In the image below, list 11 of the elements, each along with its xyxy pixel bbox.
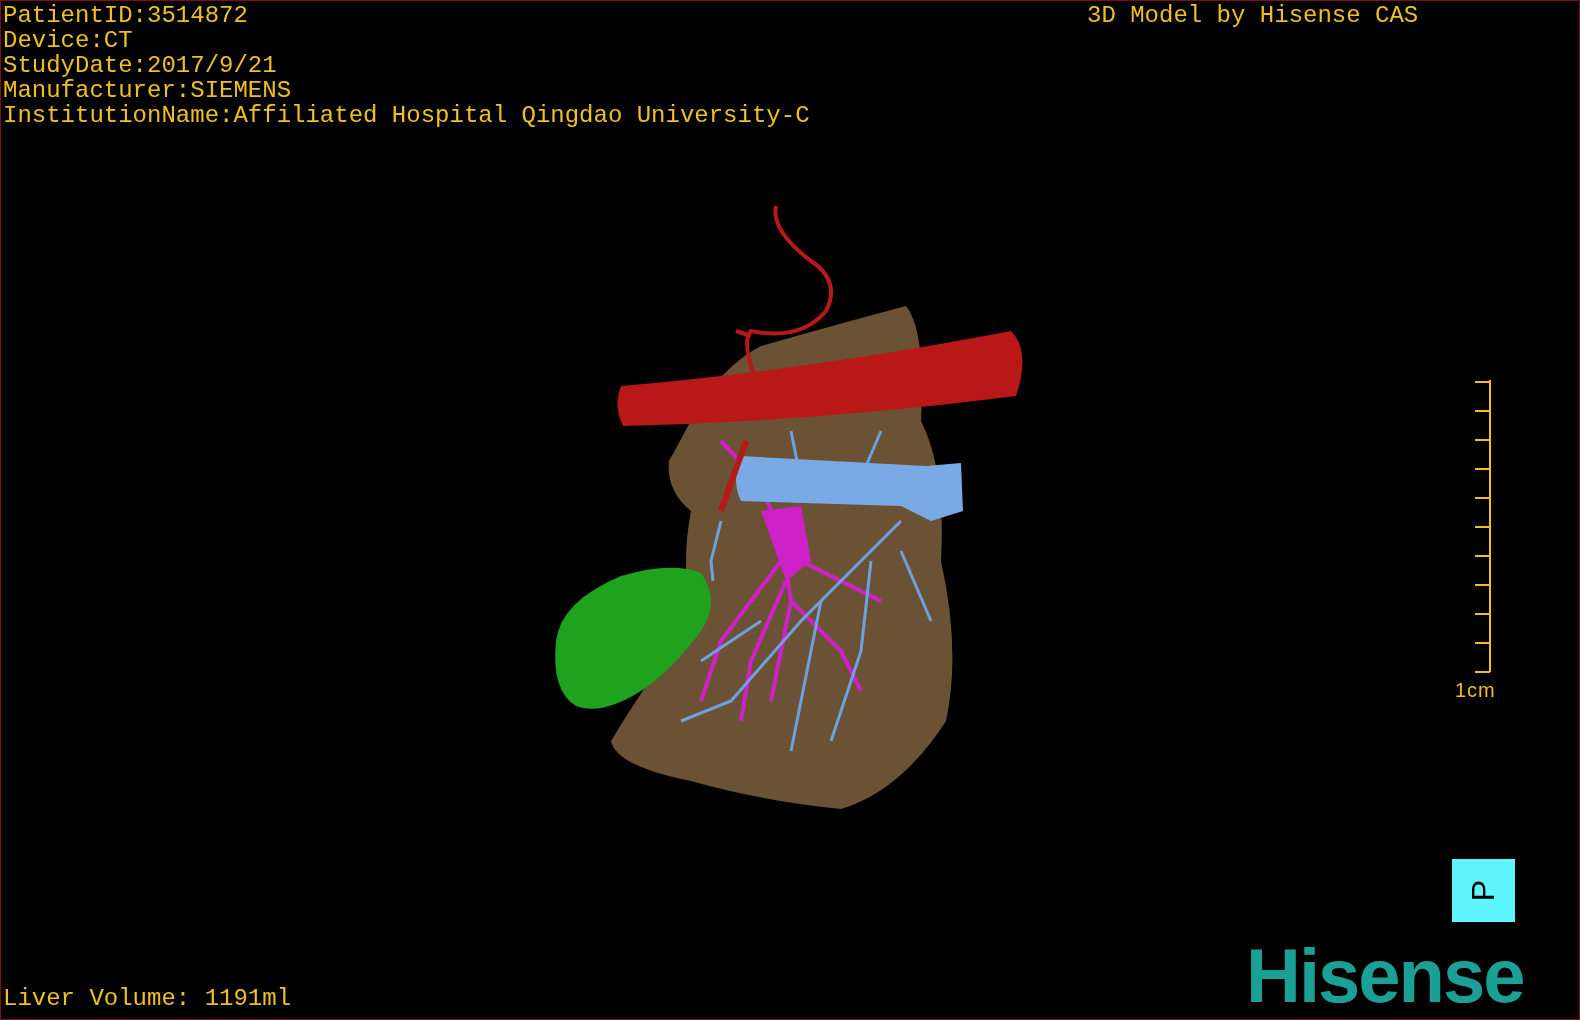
- model-title: 3D Model by Hisense CAS: [1087, 3, 1419, 29]
- patient-info-text: PatientID:3514872: [3, 3, 248, 28]
- logo: Hisense: [1246, 936, 1524, 1016]
- orientation-marker[interactable]: P: [1452, 859, 1515, 922]
- patient-info-text: Manufacturer:SIEMENS: [3, 78, 292, 103]
- patient-info-text: StudyDate:2017/9/21: [3, 53, 277, 78]
- patient-info-text: InstitutionName:Affiliated Hospital Qingdao University-C: [3, 103, 810, 128]
- liver-volume-text: Liver Volume: 1191ml: [3, 986, 292, 1012]
- scale-label: 1cm: [1455, 679, 1496, 701]
- patient-info-text: Device:CT: [3, 28, 133, 53]
- scale-bar-icon: [1473, 379, 1494, 675]
